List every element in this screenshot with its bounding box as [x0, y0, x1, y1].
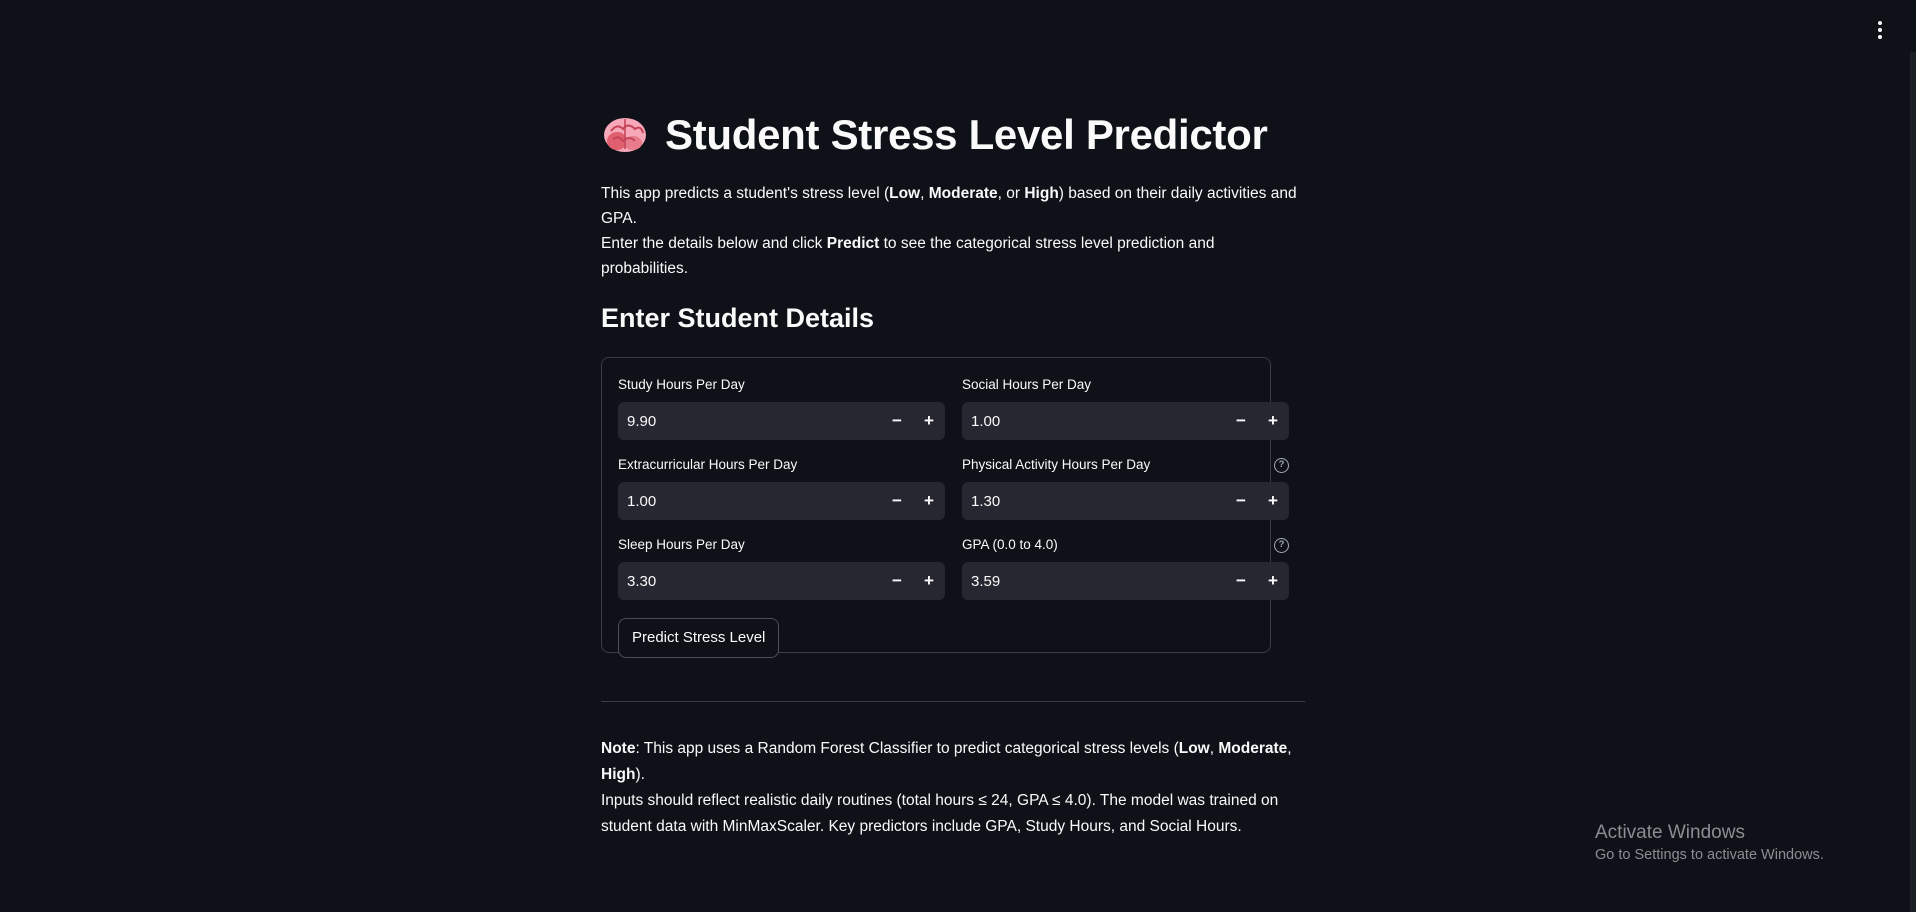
student-details-form: Study Hours Per Day−+Social Hours Per Da… — [601, 357, 1289, 658]
note-text: Note: This app uses a Random Forest Clas… — [601, 740, 1292, 835]
increment-button[interactable]: + — [913, 482, 945, 520]
field-sleep-hours-per-day: Sleep Hours Per Day −+ — [618, 534, 945, 600]
help-circle-icon[interactable]: ? — [1274, 537, 1289, 553]
field-physical-activity-hours-per-day: Physical Activity Hours Per Day? −+ — [962, 454, 1289, 520]
increment-button[interactable]: + — [1257, 402, 1289, 440]
intro-text: This app predicts a student's stress lev… — [601, 185, 1297, 277]
field-label: GPA (0.0 to 4.0)? — [962, 534, 1289, 556]
page-title-text: Student Stress Level Predictor — [665, 111, 1268, 158]
main-menu-button[interactable] — [1870, 18, 1890, 42]
increment-button[interactable]: + — [913, 562, 945, 600]
help-circle-icon[interactable]: ? — [1274, 457, 1289, 473]
brain-icon — [604, 118, 646, 152]
predict-button[interactable]: Predict Stress Level — [618, 618, 780, 658]
sleep-hours-per-day-input[interactable] — [618, 571, 881, 591]
decrement-button[interactable]: − — [1225, 402, 1257, 440]
kebab-menu-icon — [1878, 21, 1882, 25]
decrement-button[interactable]: − — [881, 402, 913, 440]
field-study-hours-per-day: Study Hours Per Day −+ — [618, 374, 945, 440]
decrement-button[interactable]: − — [881, 562, 913, 600]
field-label: Sleep Hours Per Day — [618, 537, 745, 552]
increment-button[interactable]: + — [1257, 482, 1289, 520]
field-label: Extracurricular Hours Per Day — [618, 457, 798, 472]
field-label: Study Hours Per Day — [618, 377, 745, 392]
main-content: Student Stress Level Predictor This app … — [601, 105, 1305, 840]
scrollbar[interactable] — [1910, 52, 1916, 912]
page-title: Student Stress Level Predictor — [601, 105, 1305, 165]
number-input: −+ — [962, 562, 1289, 600]
field-gpa-0-0-to-4-0: GPA (0.0 to 4.0)? −+ — [962, 534, 1289, 600]
number-input: −+ — [962, 402, 1289, 440]
field-label: Physical Activity Hours Per Day? — [962, 454, 1289, 476]
activate-windows-watermark: Activate Windows Go to Settings to activ… — [1595, 822, 1824, 863]
decrement-button[interactable]: − — [1225, 562, 1257, 600]
divider — [601, 701, 1305, 702]
social-hours-per-day-input[interactable] — [962, 411, 1225, 431]
number-input: −+ — [962, 482, 1289, 520]
gpa-0-0-to-4-0-input[interactable] — [962, 571, 1225, 591]
number-input: −+ — [618, 482, 945, 520]
number-input: −+ — [618, 562, 945, 600]
field-social-hours-per-day: Social Hours Per Day −+ — [962, 374, 1289, 440]
extracurricular-hours-per-day-input[interactable] — [618, 491, 881, 511]
number-input: −+ — [618, 402, 945, 440]
increment-button[interactable]: + — [1257, 562, 1289, 600]
decrement-button[interactable]: − — [1225, 482, 1257, 520]
section-title: Enter Student Details — [601, 303, 875, 333]
field-label: Social Hours Per Day — [962, 377, 1092, 392]
increment-button[interactable]: + — [913, 402, 945, 440]
field-extracurricular-hours-per-day: Extracurricular Hours Per Day −+ — [618, 454, 945, 520]
decrement-button[interactable]: − — [881, 482, 913, 520]
study-hours-per-day-input[interactable] — [618, 411, 881, 431]
physical-activity-hours-per-day-input[interactable] — [962, 491, 1225, 511]
